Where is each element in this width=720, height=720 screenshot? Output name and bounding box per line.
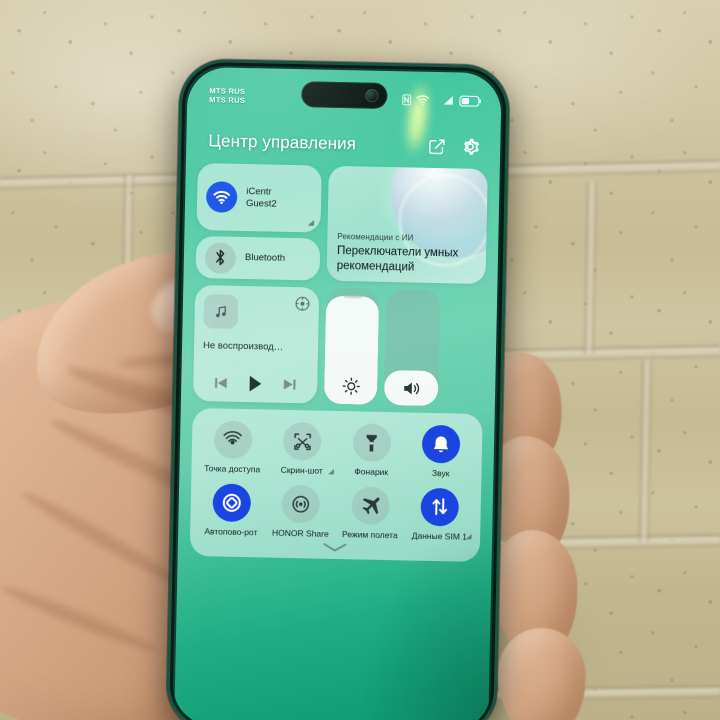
control-center-header: Центр управления <box>186 119 501 170</box>
wifi-ssid-line1: iCentr <box>246 185 272 198</box>
battery-icon <box>459 95 482 107</box>
quick-toggles-panel: Точка доступа Скрин-шот Фонарик Звук Авт… <box>189 407 483 563</box>
brightness-icon <box>324 377 377 396</box>
control-center-body: iCentr Guest2 Bluetooth Рекомендации с И… <box>189 163 488 563</box>
skip-next-icon[interactable] <box>282 378 297 391</box>
media-slider-row: Не воспроизвод… <box>192 284 485 407</box>
volume-slider[interactable] <box>383 288 441 407</box>
expand-corner-icon[interactable] <box>326 466 334 474</box>
toggle-sim1-data[interactable]: Данные SIM 1 <box>405 487 476 542</box>
media-player-card[interactable]: Не воспроизвод… <box>192 284 320 404</box>
toggle-label: Режим полета <box>341 528 398 540</box>
carrier-sim2: MTS RUS <box>209 95 246 105</box>
toggle-label: HONOR Share <box>271 527 329 539</box>
brightness-slider[interactable] <box>323 287 380 405</box>
toggle-label: Скрин-шот <box>280 464 323 476</box>
connectivity-group: iCentr Guest2 Bluetooth <box>195 163 322 281</box>
nfc-icon <box>402 93 412 105</box>
toggle-auto-rotate[interactable]: Автопово-рот <box>196 482 267 538</box>
volume-icon <box>384 380 438 397</box>
expand-corner-icon[interactable] <box>306 217 315 226</box>
top-row: iCentr Guest2 Bluetooth Рекомендации с И… <box>195 163 488 285</box>
phone-screen: MTS RUS MTS RUS Центр управления iCentr … <box>173 66 502 720</box>
flashlight-icon[interactable] <box>352 423 392 463</box>
control-center: MTS RUS MTS RUS Центр управления iCentr … <box>174 67 502 720</box>
toggle-honor-share[interactable]: HONOR Share <box>266 484 337 539</box>
bluetooth-card[interactable]: Bluetooth <box>195 235 321 281</box>
skip-previous-icon[interactable] <box>213 376 228 389</box>
bluetooth-label: Bluetooth <box>244 252 286 264</box>
ai-card-text: Рекомендации с ИИ Переключатели умных ре… <box>337 232 479 276</box>
photo-scene: MTS RUS MTS RUS Центр управления iCentr … <box>0 0 720 720</box>
media-track-title: Не воспроизвод… <box>202 340 284 353</box>
auto-rotate-icon[interactable] <box>212 482 251 522</box>
toggle-flashlight[interactable]: Фонарик <box>336 423 407 478</box>
music-note-icon <box>203 294 239 329</box>
ai-recommendation-card[interactable]: Рекомендации с ИИ Переключатели умных ре… <box>326 165 488 285</box>
media-transport-controls <box>202 373 308 394</box>
wifi-labels: iCentr Guest2 <box>246 186 277 211</box>
status-icons <box>402 93 482 107</box>
carrier-labels: MTS RUS MTS RUS <box>209 86 245 105</box>
toggle-hotspot[interactable]: Точка доступа <box>197 420 268 475</box>
toggle-label: Фонарик <box>354 466 389 478</box>
ai-card-subtitle: Рекомендации с ИИ <box>337 231 414 243</box>
toggle-screenshot[interactable]: Скрин-шот <box>267 421 338 477</box>
toggle-label: Автопово-рот <box>204 525 258 537</box>
toggle-sound[interactable]: Звук <box>406 424 477 479</box>
bluetooth-icon[interactable] <box>204 241 237 274</box>
edit-square-icon[interactable] <box>424 134 448 158</box>
hotspot-icon[interactable] <box>213 420 253 460</box>
quick-toggles-grid: Точка доступа Скрин-шот Фонарик Звук Авт… <box>196 420 476 542</box>
toggle-label: Точка доступа <box>204 463 261 475</box>
gear-icon[interactable] <box>458 134 482 158</box>
wifi-ssid-line2: Guest2 <box>245 197 277 210</box>
wifi-card[interactable]: iCentr Guest2 <box>196 163 322 233</box>
expand-corner-icon[interactable] <box>464 532 472 540</box>
front-camera-icon <box>365 89 379 103</box>
toggle-label: Звук <box>431 467 450 479</box>
wifi-icon[interactable] <box>205 181 238 213</box>
slider-grip <box>343 295 362 299</box>
bell-icon[interactable] <box>421 424 461 464</box>
chevron-down-icon[interactable] <box>196 539 474 556</box>
page-title: Центр управления <box>208 131 357 154</box>
toggle-label: Данные SIM 1 <box>411 530 468 542</box>
play-icon[interactable] <box>246 374 265 393</box>
cast-icon[interactable] <box>295 296 310 316</box>
ai-card-title: Переключатели умных рекомендаций <box>336 244 459 274</box>
data-arrows-icon[interactable] <box>420 487 460 527</box>
signal-icon <box>443 95 453 105</box>
phone-device: MTS RUS MTS RUS Центр управления iCentr … <box>165 58 511 720</box>
camera-notch <box>301 81 388 109</box>
toggle-airplane-mode[interactable]: Режим полета <box>335 485 406 540</box>
airplane-icon[interactable] <box>351 485 390 525</box>
honor-share-icon[interactable] <box>281 484 321 524</box>
screenshot-icon[interactable] <box>282 421 322 461</box>
wifi-icon <box>416 94 430 106</box>
